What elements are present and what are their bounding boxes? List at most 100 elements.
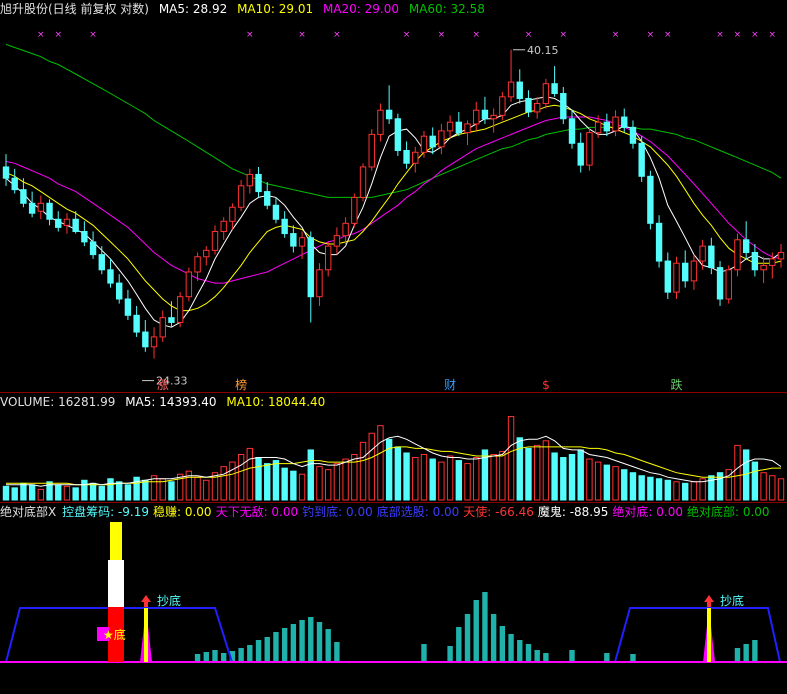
cross-marker: ×	[647, 30, 655, 40]
volume-bar	[194, 476, 201, 501]
candle	[81, 221, 88, 247]
candle-body	[124, 298, 132, 316]
candle	[185, 267, 193, 302]
volume-bar	[568, 453, 576, 501]
volume-bar	[464, 463, 471, 501]
signal-label-left: 抄底	[157, 593, 181, 608]
candle-body	[481, 109, 489, 120]
indicator-bar	[482, 592, 488, 662]
volume-bar	[237, 453, 245, 501]
candle-body	[46, 202, 53, 220]
candle	[272, 197, 280, 224]
indicator-bar	[734, 648, 741, 662]
indicator-bar	[490, 614, 497, 662]
candle-body	[647, 175, 654, 224]
volume-bar	[63, 485, 71, 501]
volume-bar	[533, 444, 541, 501]
candle	[586, 127, 593, 171]
volume-bar	[229, 461, 236, 501]
indicator-bar	[499, 626, 506, 662]
candle-body	[438, 130, 445, 148]
volume-bar	[690, 481, 698, 501]
candle-body	[55, 218, 62, 228]
volume-bar	[28, 484, 36, 501]
candle	[307, 231, 314, 323]
volume-bar	[203, 479, 210, 501]
cross-marker: ×	[751, 30, 759, 40]
indicator-bar	[308, 617, 314, 662]
volume-bar	[124, 484, 132, 501]
indicator-bar	[473, 600, 479, 662]
candle	[368, 129, 375, 171]
candle-body	[542, 83, 550, 104]
candle-body	[429, 135, 436, 148]
candle	[682, 250, 689, 288]
volume-bar	[290, 470, 297, 501]
candle-body	[682, 262, 689, 282]
signal-core-right	[707, 608, 711, 662]
candle-body	[568, 118, 576, 144]
candle-body	[290, 233, 297, 247]
volume-bar	[20, 482, 27, 501]
candle-body	[655, 222, 663, 262]
candle	[220, 217, 227, 240]
candle-body	[89, 241, 97, 256]
volume-bar	[551, 452, 558, 501]
candle-body	[420, 135, 428, 153]
indicator-bar	[334, 642, 340, 662]
candle	[673, 256, 680, 299]
candle-body	[603, 121, 611, 132]
volume-bar	[499, 450, 506, 501]
cross-marker: ×	[664, 30, 672, 40]
candle	[603, 113, 611, 137]
candle	[742, 221, 750, 259]
candle	[473, 101, 480, 131]
candle	[46, 199, 53, 226]
candle	[621, 108, 628, 133]
candle	[63, 213, 71, 234]
candle-body	[368, 133, 375, 168]
indicator-bar	[299, 620, 305, 662]
candle	[237, 180, 245, 212]
volume-bar	[281, 467, 288, 501]
candle-body	[194, 256, 201, 273]
volume-bar	[377, 425, 384, 501]
cross-marker: ×	[612, 30, 620, 40]
candle	[290, 225, 297, 253]
indicator-bar	[743, 644, 749, 662]
volume-bar	[621, 469, 628, 501]
volume-bar	[769, 475, 776, 501]
cross-marker: ×	[472, 30, 480, 40]
volume-bar	[577, 449, 584, 501]
cross-marker: ×	[438, 30, 446, 40]
candle	[281, 211, 288, 238]
candle-body	[264, 191, 271, 206]
signal-column-white	[108, 560, 124, 607]
candle	[412, 146, 419, 173]
candle-body	[638, 142, 645, 177]
candle-body	[551, 83, 558, 95]
cross-marker: ×	[37, 30, 45, 40]
candle-body	[37, 202, 45, 212]
candle	[229, 203, 236, 230]
indicator-bar	[447, 646, 453, 662]
volume-bar	[255, 457, 262, 501]
candle	[342, 217, 349, 245]
indicator-bar	[534, 650, 540, 662]
candle-body	[150, 336, 158, 348]
candle	[777, 244, 785, 268]
candle-body	[464, 123, 471, 134]
candle	[264, 181, 271, 210]
volume-bar	[142, 479, 149, 501]
candle-body	[185, 271, 193, 298]
event-marker: 跌	[670, 377, 682, 392]
signal-arrow-left	[141, 595, 151, 602]
candle	[116, 274, 123, 304]
candle-body	[629, 126, 637, 144]
candle-body	[769, 258, 776, 266]
candle	[734, 233, 741, 277]
candle	[385, 85, 393, 124]
event-marker: $	[542, 378, 550, 392]
candle-body	[142, 331, 149, 348]
candle	[542, 78, 550, 109]
